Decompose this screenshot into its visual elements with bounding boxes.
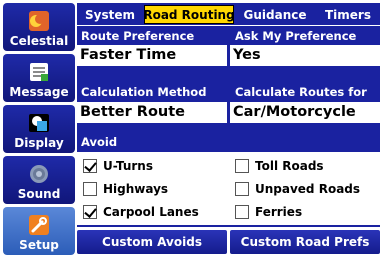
setup-icon bbox=[29, 215, 49, 235]
button-label: Custom Avoids bbox=[102, 235, 202, 249]
sidebar-item-display[interactable]: Display bbox=[3, 105, 75, 153]
ask-my-preference-label: Ask My Preference bbox=[235, 29, 357, 43]
tab-system[interactable]: System bbox=[79, 5, 141, 24]
avoid-carpool-lanes[interactable]: Carpool Lanes bbox=[83, 202, 199, 222]
button-label: Custom Road Prefs bbox=[240, 235, 370, 249]
avoid-u-turns[interactable]: U-Turns bbox=[83, 156, 153, 176]
sidebar-item-sound[interactable]: Sound bbox=[3, 156, 75, 204]
tab-road-routing[interactable]: Road Routing bbox=[143, 5, 235, 24]
avoid-label: Unpaved Roads bbox=[255, 182, 361, 196]
checkbox-unchecked[interactable] bbox=[235, 159, 249, 173]
settings-content: Route Preference Ask My Preference Faste… bbox=[77, 26, 380, 227]
message-icon bbox=[30, 63, 48, 81]
avoid-unpaved-roads[interactable]: Unpaved Roads bbox=[235, 179, 360, 199]
avoid-label: Ferries bbox=[255, 205, 303, 219]
calculation-method-field[interactable]: Better Route bbox=[77, 102, 227, 123]
calculate-routes-for-label: Calculate Routes for bbox=[235, 85, 367, 99]
road-routing-panel: System Road Routing Guidance Timers Rout… bbox=[77, 3, 380, 255]
tab-timers[interactable]: Timers bbox=[316, 5, 380, 24]
route-preference-field[interactable]: Faster Time bbox=[77, 45, 227, 66]
avoid-toll-roads[interactable]: Toll Roads bbox=[235, 156, 324, 176]
custom-road-prefs-button[interactable]: Custom Road Prefs bbox=[230, 230, 380, 254]
tab-label: Guidance bbox=[243, 7, 307, 22]
avoid-highways[interactable]: Highways bbox=[83, 179, 168, 199]
sidebar-item-celestial[interactable]: Celestial bbox=[3, 3, 75, 51]
display-icon bbox=[29, 114, 49, 132]
avoid-label: U-Turns bbox=[103, 159, 153, 173]
route-preference-label: Route Preference bbox=[81, 29, 195, 43]
checkbox-unchecked[interactable] bbox=[235, 205, 249, 219]
sidebar-item-label: Message bbox=[9, 85, 69, 99]
tab-label: System bbox=[85, 7, 135, 22]
sidebar: Celestial Message Display Sound Setup bbox=[3, 3, 75, 255]
custom-avoids-button[interactable]: Custom Avoids bbox=[77, 230, 227, 254]
tab-guidance[interactable]: Guidance bbox=[237, 5, 313, 24]
checkbox-unchecked[interactable] bbox=[235, 182, 249, 196]
tab-bar: System Road Routing Guidance Timers bbox=[77, 3, 380, 25]
sidebar-item-setup[interactable]: Setup bbox=[3, 207, 75, 255]
sidebar-item-label: Display bbox=[14, 136, 64, 150]
avoid-ferries[interactable]: Ferries bbox=[235, 202, 302, 222]
sidebar-item-label: Sound bbox=[17, 187, 61, 201]
sidebar-item-message[interactable]: Message bbox=[3, 54, 75, 102]
checkbox-checked[interactable] bbox=[83, 159, 97, 173]
avoid-label: Carpool Lanes bbox=[103, 205, 199, 219]
sound-icon bbox=[30, 165, 48, 183]
avoid-label: Toll Roads bbox=[255, 159, 324, 173]
avoid-header: Avoid bbox=[81, 135, 118, 149]
ask-my-preference-field[interactable]: Yes bbox=[230, 45, 380, 66]
sidebar-item-label: Setup bbox=[19, 238, 59, 252]
calculate-routes-for-field[interactable]: Car/Motorcycle bbox=[230, 102, 380, 123]
checkbox-checked[interactable] bbox=[83, 205, 97, 219]
celestial-icon bbox=[29, 11, 49, 31]
sidebar-item-label: Celestial bbox=[9, 34, 69, 48]
avoid-label: Highways bbox=[103, 182, 169, 196]
checkbox-unchecked[interactable] bbox=[83, 182, 97, 196]
avoid-list: U-Turns Toll Roads Highways Unpaved Road… bbox=[77, 152, 380, 225]
tab-label: Road Routing bbox=[143, 7, 235, 22]
calculation-method-label: Calculation Method bbox=[81, 85, 207, 99]
tab-label: Timers bbox=[324, 7, 371, 22]
